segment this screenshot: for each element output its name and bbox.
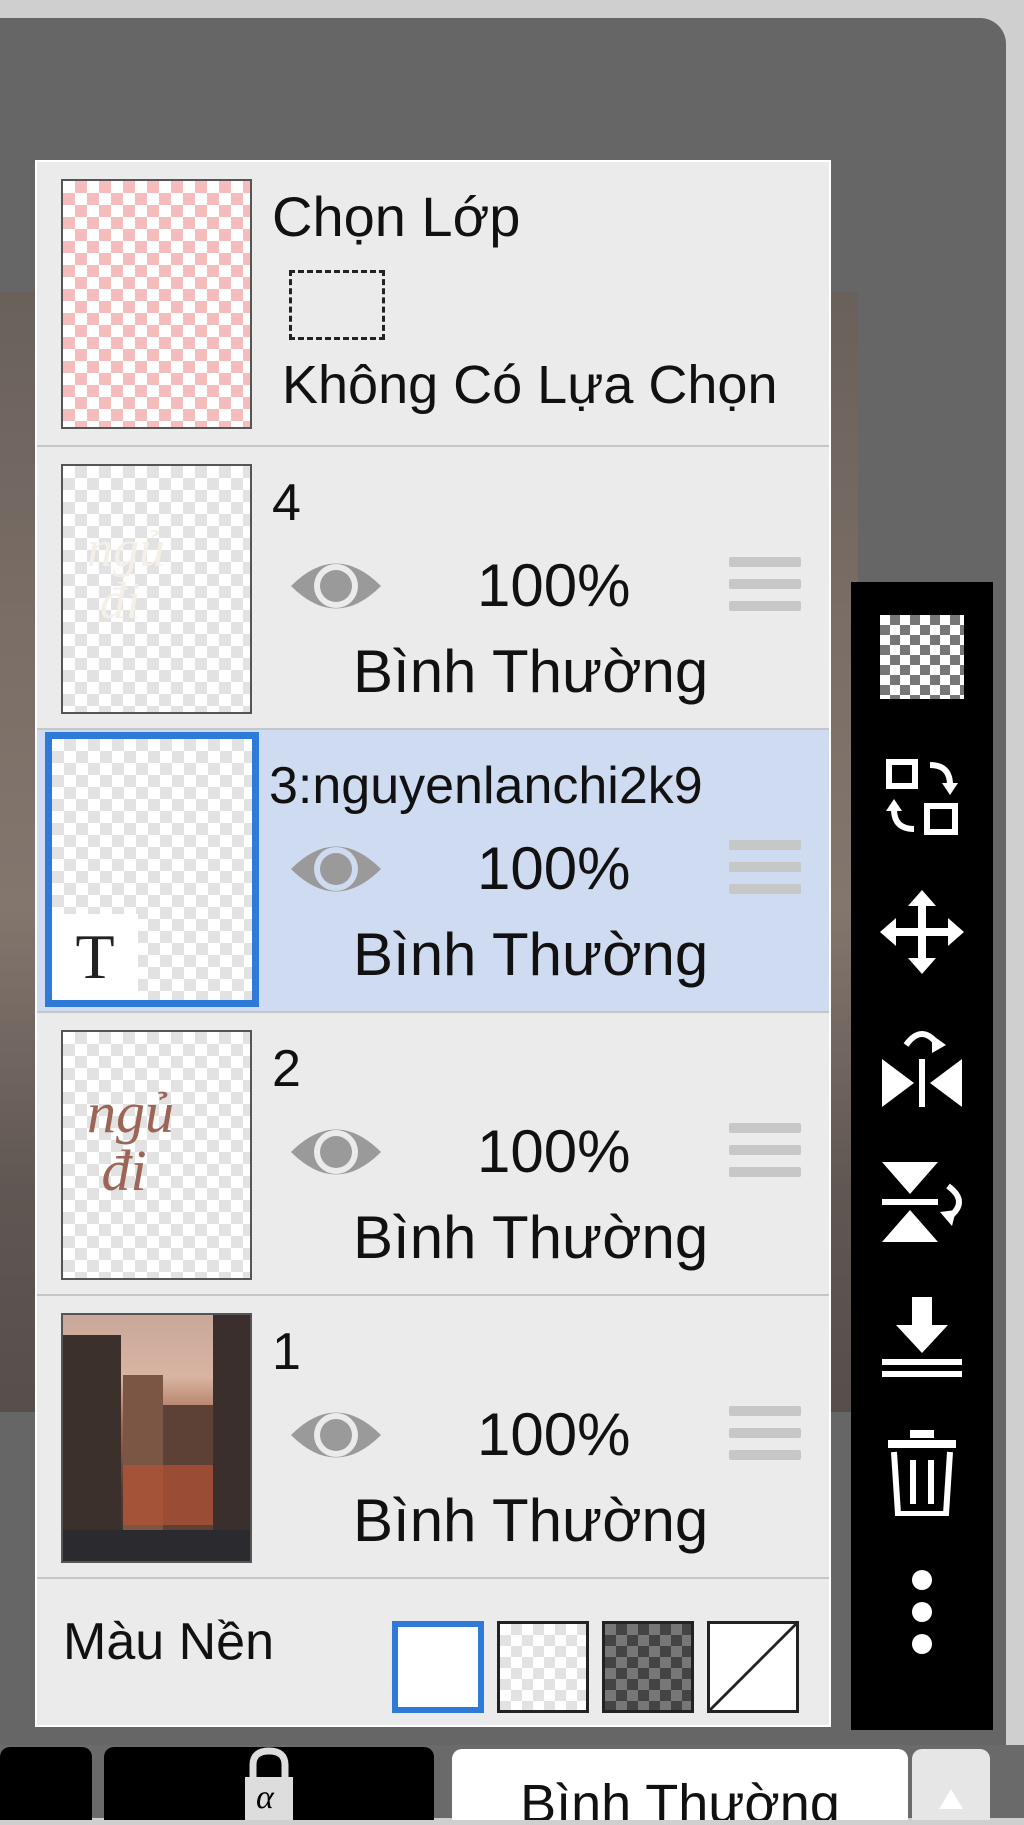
layer-blend-mode[interactable]: Bình Thường — [353, 1203, 708, 1272]
layer-tools-toolbar — [851, 582, 993, 1730]
layer-blend-mode[interactable]: Bình Thường — [353, 1486, 708, 1555]
visibility-eye-icon[interactable] — [287, 549, 385, 623]
delete-icon[interactable] — [877, 1427, 967, 1517]
layer-row[interactable]: ngủ đi 2 100% Bình Thường — [37, 1013, 829, 1296]
more-icon[interactable] — [877, 1567, 967, 1657]
selection-layer-thumbnail — [61, 179, 252, 429]
thumbnail-text: ngủ đi — [87, 521, 165, 630]
layer-blend-mode[interactable]: Bình Thường — [353, 920, 708, 989]
layer-blend-mode[interactable]: Bình Thường — [353, 637, 708, 706]
layer-name: 2 — [272, 1040, 301, 1098]
layer-name: 4 — [272, 474, 301, 532]
layer-opacity[interactable]: 100% — [477, 551, 630, 620]
selection-layer-title: Chọn Lớp — [272, 185, 521, 248]
layer-thumbnail[interactable]: T — [45, 732, 259, 1007]
layer-opacity[interactable]: 100% — [477, 1400, 630, 1469]
layer-row-selected[interactable]: T 3:nguyenlanchi2k9 100% Bình Thường — [37, 730, 829, 1013]
drag-handle-icon[interactable] — [729, 840, 801, 902]
selection-status: Không Có Lựa Chọn — [282, 355, 778, 415]
visibility-eye-icon[interactable] — [287, 832, 385, 906]
alpha-symbol: α — [256, 1779, 274, 1816]
selection-marquee-icon — [289, 270, 385, 340]
city-photo-thumbnail — [63, 1315, 250, 1561]
background-transparent-swatch[interactable] — [497, 1621, 589, 1713]
swap-layer-icon[interactable] — [877, 752, 967, 842]
drag-handle-icon[interactable] — [729, 557, 801, 619]
visibility-eye-icon[interactable] — [287, 1398, 385, 1472]
chevron-up-icon — [939, 1789, 963, 1809]
drag-handle-icon[interactable] — [729, 1406, 801, 1468]
background-none-swatch[interactable] — [707, 1621, 799, 1713]
layer-name: 1 — [272, 1323, 301, 1381]
blend-mode-selector[interactable]: Bình Thường — [452, 1749, 908, 1820]
alpha-lock-button[interactable]: α — [104, 1747, 434, 1820]
blend-mode-expand-button[interactable] — [912, 1749, 990, 1820]
move-icon[interactable] — [877, 887, 967, 977]
layer-row[interactable]: 1 100% Bình Thường — [37, 1296, 829, 1579]
merge-down-icon[interactable] — [877, 1292, 967, 1382]
layer-name: 3:nguyenlanchi2k9 — [269, 757, 703, 815]
layer-opacity[interactable]: 100% — [477, 834, 630, 903]
selection-layer-row[interactable]: Chọn Lớp Không Có Lựa Chọn — [37, 162, 829, 447]
layer-row[interactable]: ngủ đi 4 100% Bình Thường — [37, 447, 829, 730]
flip-horizontal-icon[interactable] — [877, 1022, 967, 1112]
flip-vertical-icon[interactable] — [877, 1157, 967, 1247]
thumbnail-text: ngủ đi — [87, 1080, 174, 1203]
visibility-eye-icon[interactable] — [287, 1115, 385, 1189]
background-white-swatch[interactable] — [392, 1621, 484, 1713]
layer-opacity[interactable]: 100% — [477, 1117, 630, 1186]
bottom-toolbar: α Bình Thường — [0, 1745, 1024, 1820]
layer-thumbnail[interactable] — [61, 1313, 252, 1563]
layer-thumbnail[interactable]: ngủ đi — [61, 1030, 252, 1280]
background-color-footer: Màu Nền — [37, 1577, 829, 1727]
drag-handle-icon[interactable] — [729, 1123, 801, 1185]
layer-thumbnail[interactable]: ngủ đi — [61, 464, 252, 714]
transparency-icon[interactable] — [877, 612, 967, 702]
background-color-label: Màu Nền — [63, 1613, 274, 1671]
layers-panel: Chọn Lớp Không Có Lựa Chọn ngủ đi 4 100%… — [35, 160, 831, 1727]
text-layer-icon: T — [52, 914, 138, 1000]
add-layer-button[interactable] — [0, 1747, 92, 1820]
background-dark-checker-swatch[interactable] — [602, 1621, 694, 1713]
